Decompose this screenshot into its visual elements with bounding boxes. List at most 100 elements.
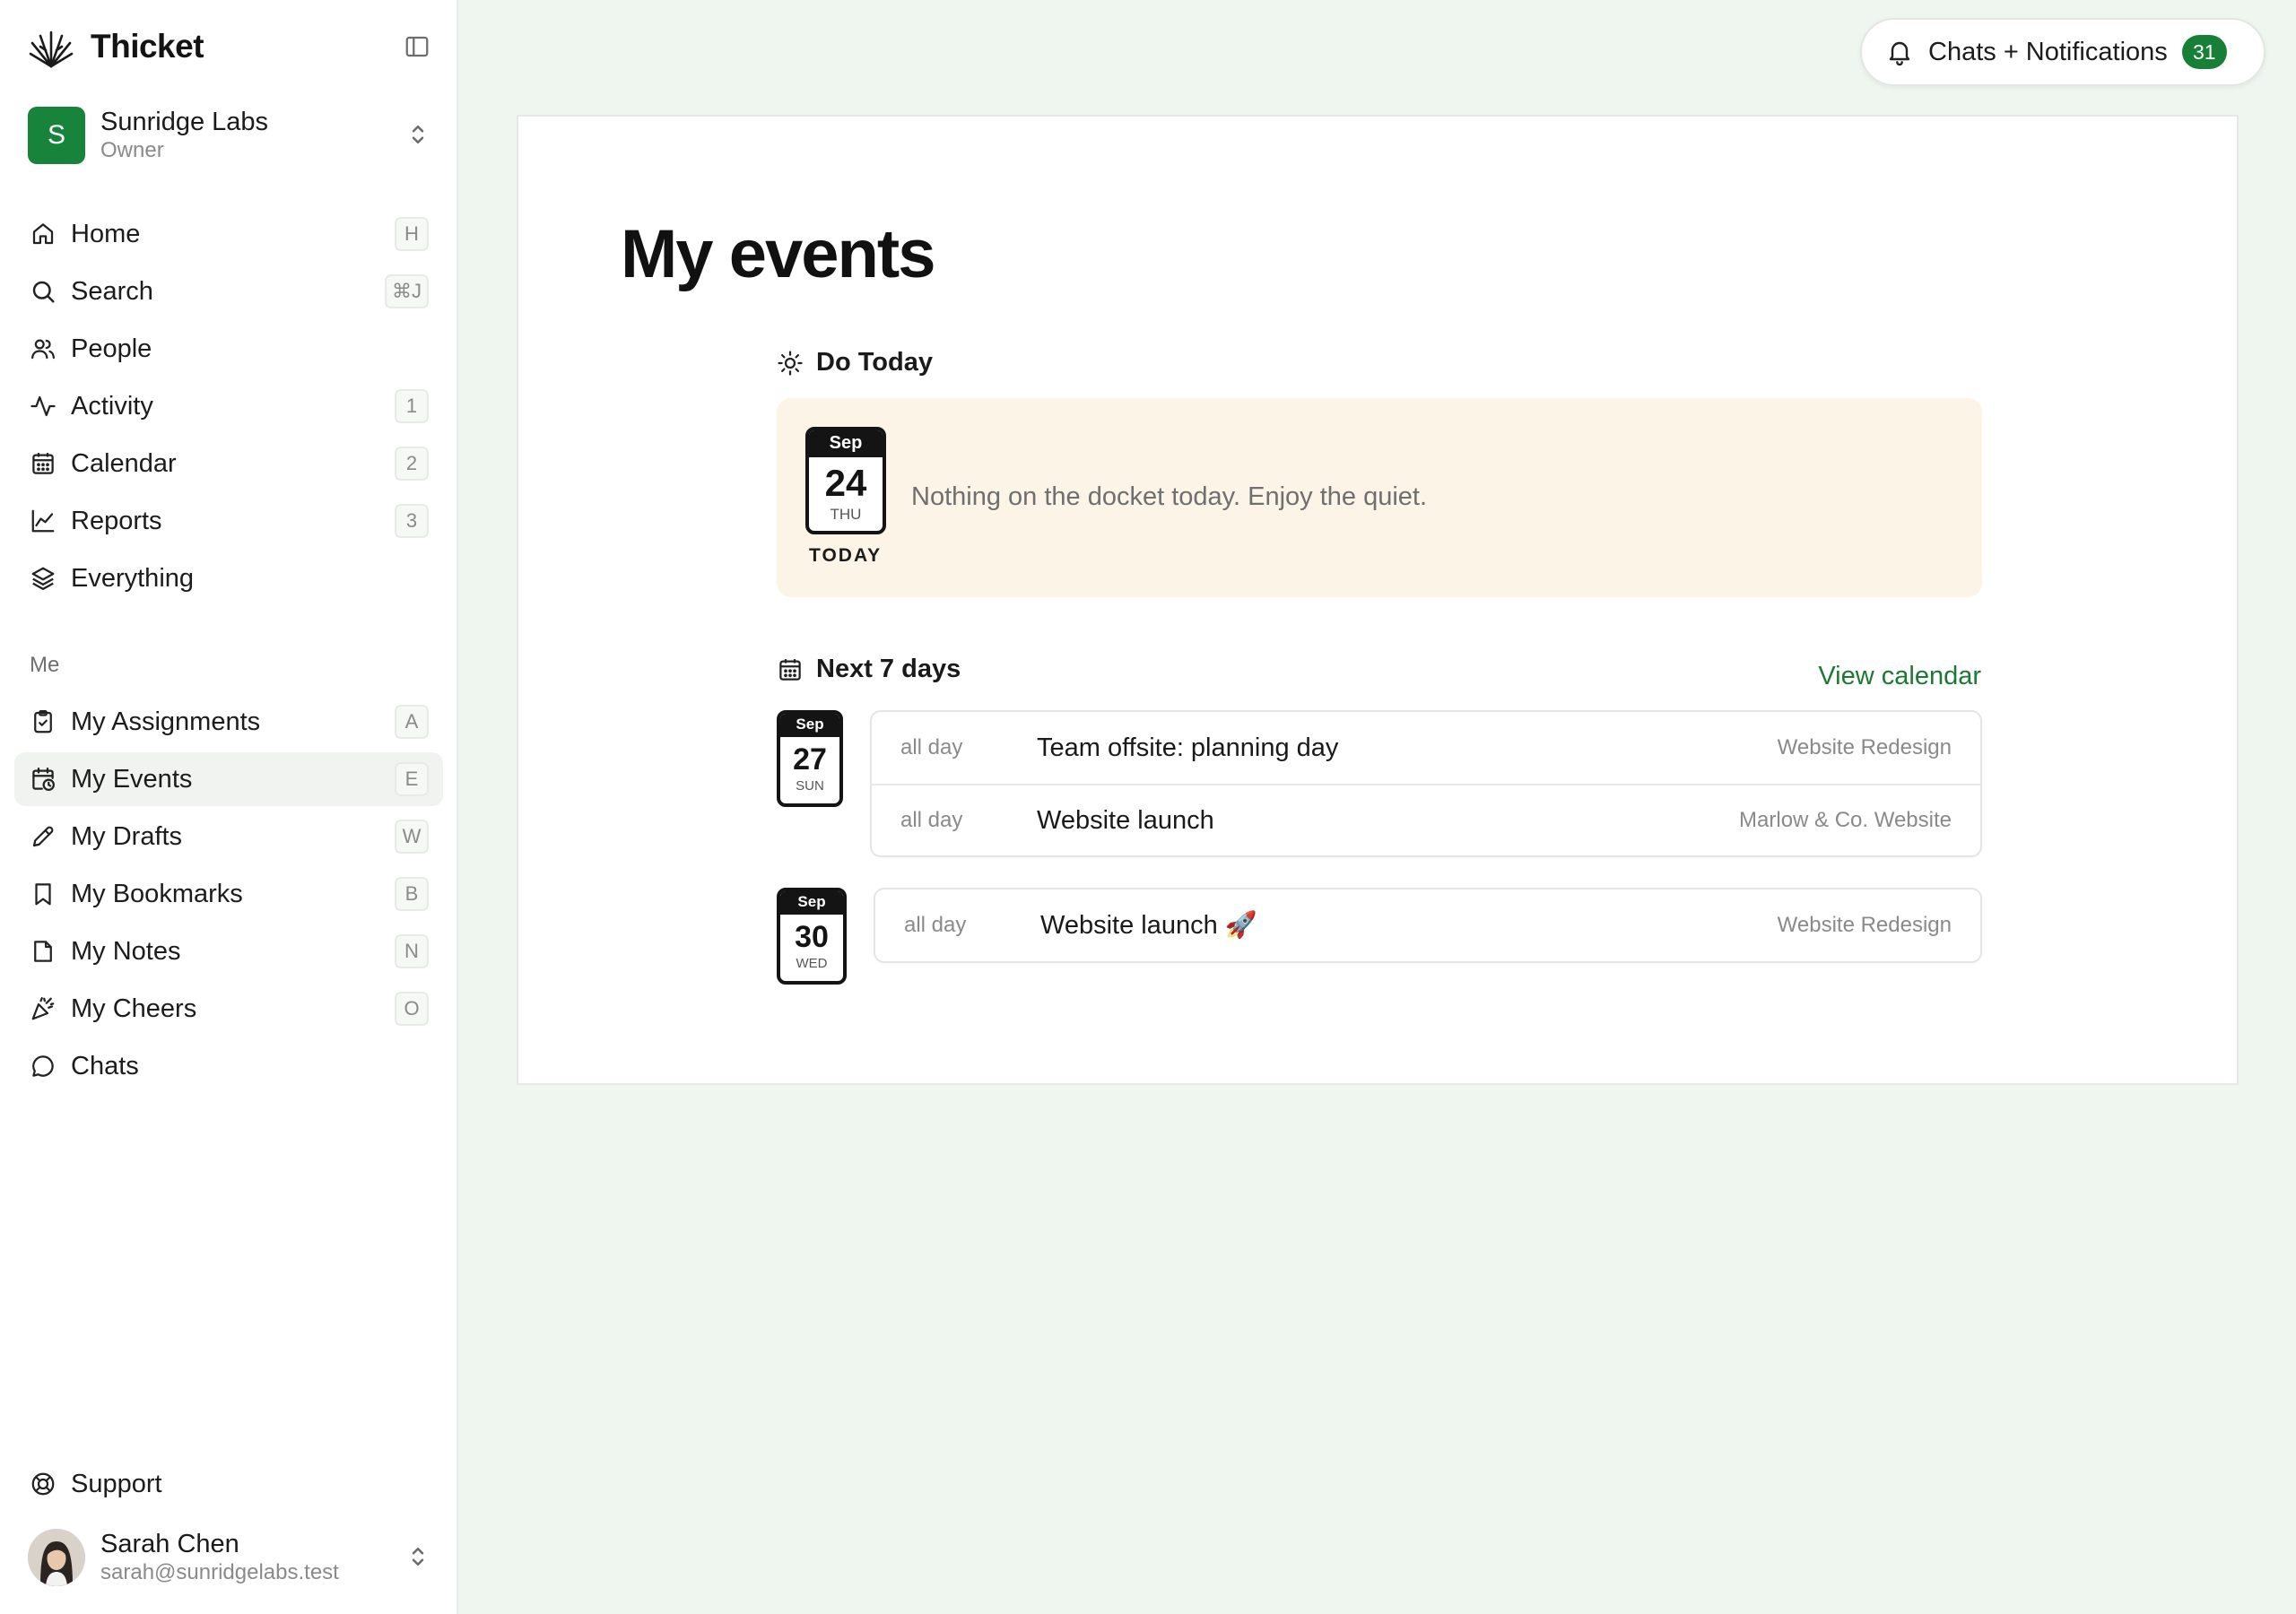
shortcut-badge: W: [395, 820, 429, 854]
event-row[interactable]: all day Website launch 🚀 Website Redesig…: [875, 889, 1980, 961]
nav-item-chats[interactable]: Chats: [14, 1039, 443, 1093]
event-title: Website launch: [1037, 805, 1214, 835]
sidebar: Thicket S Sunridge Labs Owner Home H Sea…: [0, 0, 458, 1614]
do-today-heading: Do Today: [777, 348, 933, 377]
support-label: Support: [71, 1469, 162, 1498]
shortcut-badge: E: [395, 762, 429, 796]
page-title: My events: [621, 216, 935, 292]
sun-icon: [777, 350, 804, 377]
nav-item-my-assignments[interactable]: My Assignments A: [14, 695, 443, 749]
empty-state-message: Nothing on the docket today. Enjoy the q…: [911, 482, 1428, 511]
clipboard-check-icon: [29, 707, 57, 736]
date-weekday: THU: [830, 506, 862, 523]
nav-label: Chats: [71, 1051, 139, 1080]
pencil-icon: [29, 822, 57, 851]
shortcut-badge: B: [395, 877, 429, 911]
event-row[interactable]: all day Team offsite: planning day Websi…: [872, 712, 1980, 784]
me-nav: My Assignments A My Events E My Drafts W…: [14, 695, 443, 1097]
sidebar-toggle-icon: [404, 33, 430, 60]
chevron-up-down-icon: [404, 121, 431, 148]
main-content: My events Do Today Sep 24 THU TODAY Noth…: [517, 115, 2239, 1085]
nav-label: Everything: [71, 563, 195, 593]
lifebuoy-icon: [29, 1470, 57, 1498]
event-title: Team offsite: planning day: [1037, 733, 1339, 762]
workspace-avatar: S: [28, 107, 85, 164]
user-email: sarah@sunridgelabs.test: [100, 1560, 339, 1584]
nav-label: My Drafts: [71, 821, 183, 851]
event-group-sep-27: all day Team offsite: planning day Websi…: [870, 710, 1982, 857]
nav-item-calendar[interactable]: Calendar 2: [14, 437, 443, 490]
nav-item-my-cheers[interactable]: My Cheers O: [14, 982, 443, 1036]
event-time: all day: [900, 808, 963, 832]
nav-item-search[interactable]: Search ⌘J: [14, 265, 443, 318]
date-month: Sep: [780, 714, 839, 737]
event-time: all day: [904, 913, 967, 937]
nav-label: Reports: [71, 506, 162, 535]
calendar-icon: [777, 656, 804, 683]
nav-label: My Assignments: [71, 707, 261, 736]
nav-item-my-drafts[interactable]: My Drafts W: [14, 810, 443, 863]
shortcut-badge: N: [395, 934, 429, 968]
workspace-name: Sunridge Labs: [100, 108, 269, 136]
nav-item-my-bookmarks[interactable]: My Bookmarks B: [14, 867, 443, 921]
today-label: TODAY: [809, 545, 883, 566]
people-icon: [29, 334, 57, 363]
shortcut-badge: H: [395, 217, 429, 251]
chart-icon: [29, 507, 57, 535]
nav-item-activity[interactable]: Activity 1: [14, 379, 443, 433]
shortcut-badge: ⌘J: [385, 274, 429, 308]
chat-bubble-icon: [29, 1052, 57, 1080]
nav-label: My Cheers: [71, 994, 197, 1023]
bookmark-icon: [29, 880, 57, 908]
do-today-panel: Sep 24 THU TODAY Nothing on the docket t…: [777, 398, 1982, 597]
collapse-sidebar-button[interactable]: [400, 30, 434, 63]
nav-item-everything[interactable]: Everything: [14, 551, 443, 605]
nav-item-my-notes[interactable]: My Notes N: [14, 924, 443, 978]
event-date-badge: Sep 30 WED: [777, 888, 847, 985]
calendar-clock-icon: [29, 765, 57, 794]
event-row[interactable]: all day Website launch Marlow & Co. Webs…: [872, 784, 1980, 855]
app-name: Thicket: [91, 28, 204, 65]
nav-label: Home: [71, 219, 141, 248]
thicket-logo-icon: [28, 23, 74, 70]
view-calendar-link[interactable]: View calendar: [1818, 662, 1981, 691]
nav-label: My Bookmarks: [71, 879, 243, 908]
nav-label: Calendar: [71, 448, 177, 478]
chevron-up-down-icon: [404, 1543, 431, 1570]
brand[interactable]: Thicket: [28, 23, 204, 70]
date-day: 24: [824, 462, 867, 504]
user-menu[interactable]: Sarah Chen sarah@sunridgelabs.test: [28, 1527, 431, 1588]
shortcut-badge: O: [395, 992, 429, 1026]
date-weekday: WED: [796, 956, 828, 971]
nav-item-home[interactable]: Home H: [14, 207, 443, 261]
nav-label: Search: [71, 276, 153, 306]
nav-label: Activity: [71, 391, 153, 421]
nav-item-my-events[interactable]: My Events E: [14, 752, 443, 806]
date-weekday: SUN: [796, 778, 824, 794]
support-link[interactable]: Support: [14, 1457, 443, 1511]
next-7-days-title: Next 7 days: [816, 655, 961, 683]
avatar: [28, 1529, 85, 1586]
workspace-switcher[interactable]: S Sunridge Labs Owner: [28, 105, 431, 166]
nav-label: My Notes: [71, 936, 181, 966]
event-project: Website Redesign: [1777, 735, 1952, 759]
event-title: Website launch 🚀: [1040, 911, 1257, 940]
event-date-badge: Sep 27 SUN: [777, 710, 843, 807]
nav-label: People: [71, 334, 152, 363]
date-day: 30: [795, 920, 829, 954]
date-day: 27: [793, 742, 827, 777]
chats-notifications-button[interactable]: Chats + Notifications 31: [1860, 18, 2266, 86]
shortcut-badge: 3: [395, 504, 429, 538]
event-project: Marlow & Co. Website: [1739, 808, 1952, 832]
shortcut-badge: 2: [395, 447, 429, 481]
nav-item-reports[interactable]: Reports 3: [14, 494, 443, 548]
home-icon: [29, 220, 57, 248]
notifications-label: Chats + Notifications: [1928, 37, 2168, 66]
activity-icon: [29, 392, 57, 421]
shortcut-badge: 1: [395, 389, 429, 423]
section-label-me: Me: [30, 653, 60, 677]
today-date-badge: Sep 24 THU: [805, 427, 886, 534]
search-icon: [29, 277, 57, 306]
shortcut-badge: A: [395, 705, 429, 739]
nav-item-people[interactable]: People: [14, 322, 443, 376]
